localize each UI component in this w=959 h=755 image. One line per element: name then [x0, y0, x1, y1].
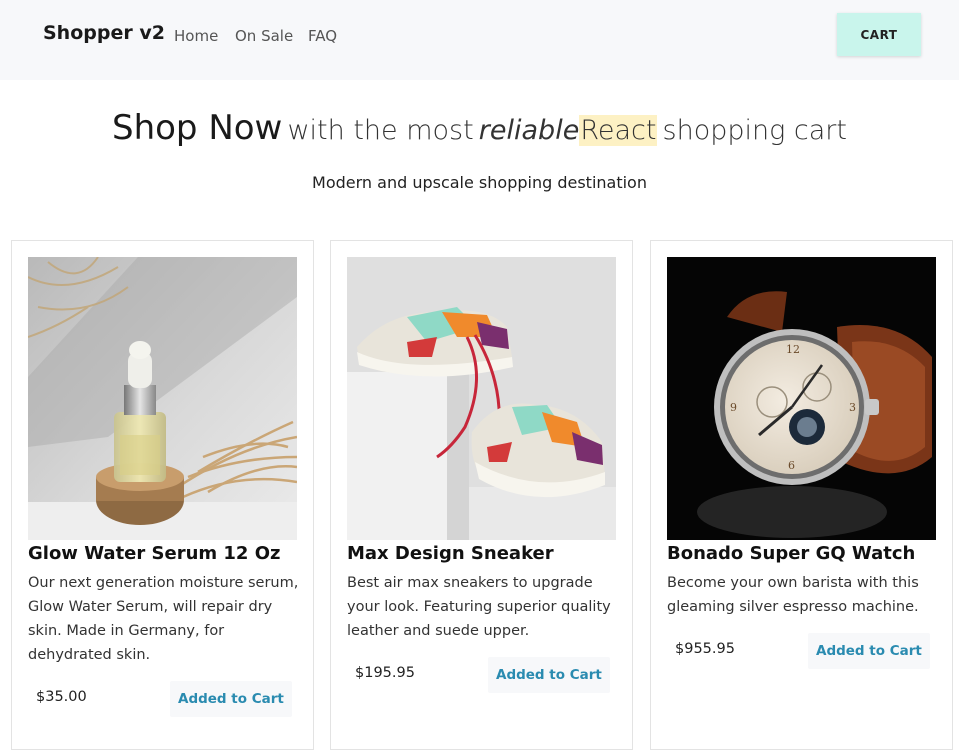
svg-text:3: 3 — [849, 401, 856, 414]
product-title: Glow Water Serum 12 Oz — [28, 543, 281, 564]
brand-logo[interactable]: Shopper v2 — [43, 22, 165, 44]
product-card: Max Design Sneaker Best air max sneakers… — [330, 240, 633, 750]
added-to-cart-button[interactable]: Added to Cart — [808, 633, 930, 669]
hero-shopping-cart: shopping cart — [662, 115, 847, 146]
product-card: Glow Water Serum 12 Oz Our next generati… — [11, 240, 314, 750]
product-description: Our next generation moisture serum, Glow… — [28, 575, 299, 663]
nav-link-home[interactable]: Home — [174, 27, 218, 45]
serum-bottle-image — [28, 257, 297, 540]
hero-heading: Shop Now with the most reliableReact sho… — [0, 108, 959, 148]
hero-with-the-most: with the most — [287, 115, 474, 146]
navbar: Shopper v2 Home On Sale FAQ CART — [0, 0, 959, 80]
sneaker-image — [347, 257, 616, 540]
hero-reliable: reliable — [478, 115, 580, 146]
nav-link-on-sale[interactable]: On Sale — [235, 27, 293, 45]
product-price: $35.00 — [36, 689, 87, 705]
svg-text:6: 6 — [788, 459, 795, 472]
svg-text:9: 9 — [730, 401, 737, 414]
nav-link-faq[interactable]: FAQ — [308, 27, 337, 45]
added-to-cart-button[interactable]: Added to Cart — [170, 681, 292, 717]
product-description: Best air max sneakers to upgrade your lo… — [347, 575, 611, 639]
svg-text:12: 12 — [786, 343, 800, 356]
product-title: Max Design Sneaker — [347, 543, 554, 564]
product-price: $195.95 — [355, 665, 415, 681]
product-description: Become your own barista with this gleami… — [667, 575, 919, 615]
hero-react-highlight: React — [579, 115, 658, 146]
cart-button[interactable]: CART — [837, 13, 921, 56]
product-price: $955.95 — [675, 641, 735, 657]
hero-shop-now: Shop Now — [112, 108, 283, 148]
product-card: 12 3 6 9 Bonado Super GQ Watch Become your… — [650, 240, 953, 750]
hero-subtitle: Modern and upscale shopping destination — [312, 173, 647, 192]
product-title: Bonado Super GQ Watch — [667, 543, 916, 564]
watch-image: 12 3 6 9 — [667, 257, 936, 540]
added-to-cart-button[interactable]: Added to Cart — [488, 657, 610, 693]
